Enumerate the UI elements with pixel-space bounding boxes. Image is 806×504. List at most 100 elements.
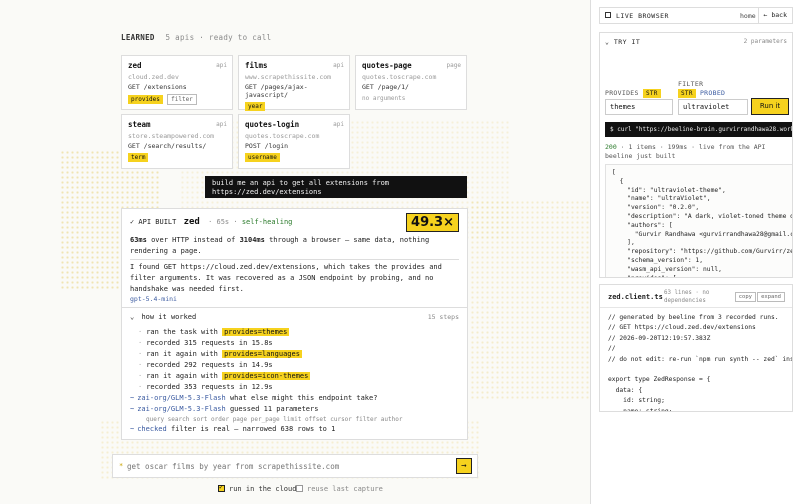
expand-button[interactable]: expand (757, 292, 785, 302)
collapse-icon: ⌄ (605, 38, 610, 46)
try-it-label: TRY IT (613, 38, 641, 46)
step-item: · recorded 353 requests in 12.9s (138, 383, 273, 391)
api-route: GET /page/1/ (362, 83, 409, 91)
built-row: ✓ API BUILT zed · 65s · self-healing (130, 217, 293, 227)
api-name: steam (128, 120, 151, 129)
json-response[interactable]: [ { "id": "ultraviolet-theme", "name": "… (605, 164, 792, 277)
home-link[interactable]: home (740, 12, 756, 20)
built-api-name: zed (183, 217, 200, 227)
api-card-zed[interactable]: zed api cloud.zed.dev GET /extensions pr… (121, 55, 233, 110)
summary-mid: over HTTP instead of (146, 236, 240, 244)
try-it-section: ⌄ TRY IT 2 parameters PROVIDES STR FILTE… (599, 32, 793, 278)
browser-window-icon (605, 12, 611, 18)
client-code: // generated by beeline from 3 recorded … (608, 314, 793, 412)
http-time: 63ms (130, 236, 147, 244)
api-kind: api (333, 62, 344, 69)
back-button[interactable]: ← back (757, 8, 792, 23)
param-tag: filter (167, 94, 197, 105)
api-kind: api (216, 62, 227, 69)
how-it-worked-toggle[interactable]: ⌄ how it worked 15 steps (130, 313, 459, 321)
parameters-count: 2 parameters (743, 38, 787, 45)
api-route: GET /search/results/ (128, 142, 207, 150)
agent-step: ~ zai-org/GLM-5.3-Flash what else might t… (130, 394, 378, 402)
learned-header: LEARNED 5 apis · ready to call (121, 33, 272, 42)
run-button[interactable]: Run it (751, 98, 789, 115)
agent-step: ~ zai-org/GLM-5.3-Flash guessed 11 parame… (130, 405, 319, 413)
model-name: gpt-5.4-mini (130, 295, 177, 303)
filter-badges: STR PROBED (678, 89, 725, 98)
step-item: · recorded 315 requests in 15.8s (138, 339, 273, 347)
filter-label: FILTER (678, 80, 704, 88)
step-item: · recorded 292 requests in 14.9s (138, 361, 273, 369)
response-status: 200 · 1 items · 199ms · live from the AP… (605, 143, 791, 161)
api-route: GET /pages/ajax-javascript/ (245, 83, 308, 99)
reuse-capture-label: reuse last capture (307, 485, 383, 493)
checkbox-checked-icon[interactable] (218, 483, 225, 492)
param-tag: provides (128, 95, 163, 104)
try-it-header[interactable]: ⌄ TRY IT (605, 38, 640, 46)
send-button[interactable]: → (456, 458, 472, 474)
probed-badge: PROBED (699, 89, 726, 97)
api-card-quotes-login[interactable]: quotes-login api quotes.toscrape.com POS… (238, 114, 350, 169)
collapse-icon: ⌄ (130, 313, 135, 321)
type-badge: STR (678, 89, 696, 98)
param-tag: username (245, 153, 280, 162)
api-card-quotes-page[interactable]: quotes-page page quotes.toscrape.com GET… (355, 55, 467, 110)
user-prompt-bubble: build me an api to get all extensions fr… (205, 176, 467, 198)
filter-input[interactable] (678, 99, 748, 115)
prompt-caret-icon: * (119, 462, 124, 470)
prompt-input[interactable] (127, 459, 447, 474)
divider (600, 307, 792, 308)
type-badge: STR (642, 89, 661, 98)
api-host: store.steampowered.com (128, 132, 215, 140)
self-healing-badge: self-healing (241, 218, 293, 226)
step-item: · ran it again with provides=icon-themes (138, 372, 311, 380)
learned-subtitle: 5 apis · ready to call (165, 33, 272, 42)
api-host: quotes.toscrape.com (245, 132, 320, 140)
client-code-section: zed.client.ts 63 lines · no dependencies… (599, 284, 793, 412)
api-name: zed (128, 61, 142, 70)
checkbox-unchecked-icon[interactable] (296, 485, 303, 492)
checked-step: ~ checked filter is real — narrowed 638 r… (130, 425, 336, 433)
steps-count: 15 steps (427, 313, 459, 321)
learned-title: LEARNED (121, 33, 155, 42)
no-arguments-note: no arguments (362, 95, 406, 102)
status-code: 200 (605, 143, 617, 151)
guessed-params: query search sort order page per_page li… (146, 416, 403, 423)
client-meta: 63 lines · no dependencies (664, 290, 710, 304)
api-host: cloud.zed.dev (128, 73, 179, 81)
api-kind: api (333, 121, 344, 128)
side-panel: LIVE BROWSER home › ← back ⌄ TRY IT 2 pa… (590, 0, 806, 504)
live-browser-bar: LIVE BROWSER home › ← back (599, 7, 793, 24)
summary-text: 63ms over HTTP instead of 3104ms through… (130, 235, 460, 257)
build-time: 65s (216, 218, 230, 226)
reuse-capture-option[interactable]: reuse last capture (296, 485, 383, 493)
api-card-films[interactable]: films api www.scrapethissite.com GET /pa… (238, 55, 350, 111)
api-name: quotes-login (245, 120, 300, 129)
api-route: POST /login (245, 142, 289, 150)
how-it-worked-label: how it worked (141, 313, 197, 321)
copy-button[interactable]: copy (734, 292, 756, 302)
composer: * → (112, 454, 478, 478)
api-route: GET /extensions (128, 83, 187, 91)
api-kind: api (216, 121, 227, 128)
api-host: quotes.toscrape.com (362, 73, 437, 81)
provides-label: PROVIDES STR (605, 89, 661, 98)
found-explanation: I found GET https://cloud.zed.dev/extens… (130, 263, 442, 293)
run-in-cloud-option[interactable]: run in the cloud (218, 483, 296, 493)
api-name: quotes-page (362, 61, 412, 70)
param-tag: term (128, 153, 149, 162)
divider (130, 259, 459, 260)
step-item: · ran it again with provides=languages (138, 350, 302, 358)
client-filename: zed.client.ts (608, 293, 663, 301)
curl-command[interactable]: $ curl "https://beeline-brain.gurvirrand… (605, 122, 792, 137)
provides-input[interactable] (605, 99, 673, 115)
speedup-score: 49.3× (406, 213, 459, 232)
api-card-steam[interactable]: steam api store.steampowered.com GET /se… (121, 114, 233, 169)
api-built-label: ✓ API BUILT (130, 218, 177, 226)
api-host: www.scrapethissite.com (245, 73, 332, 81)
browser-time: 3104ms (239, 236, 265, 244)
step-item: · ran the task with provides=themes (138, 328, 290, 336)
divider (122, 307, 467, 308)
build-result-card: ✓ API BUILT zed · 65s · self-healing 49.… (121, 208, 468, 440)
